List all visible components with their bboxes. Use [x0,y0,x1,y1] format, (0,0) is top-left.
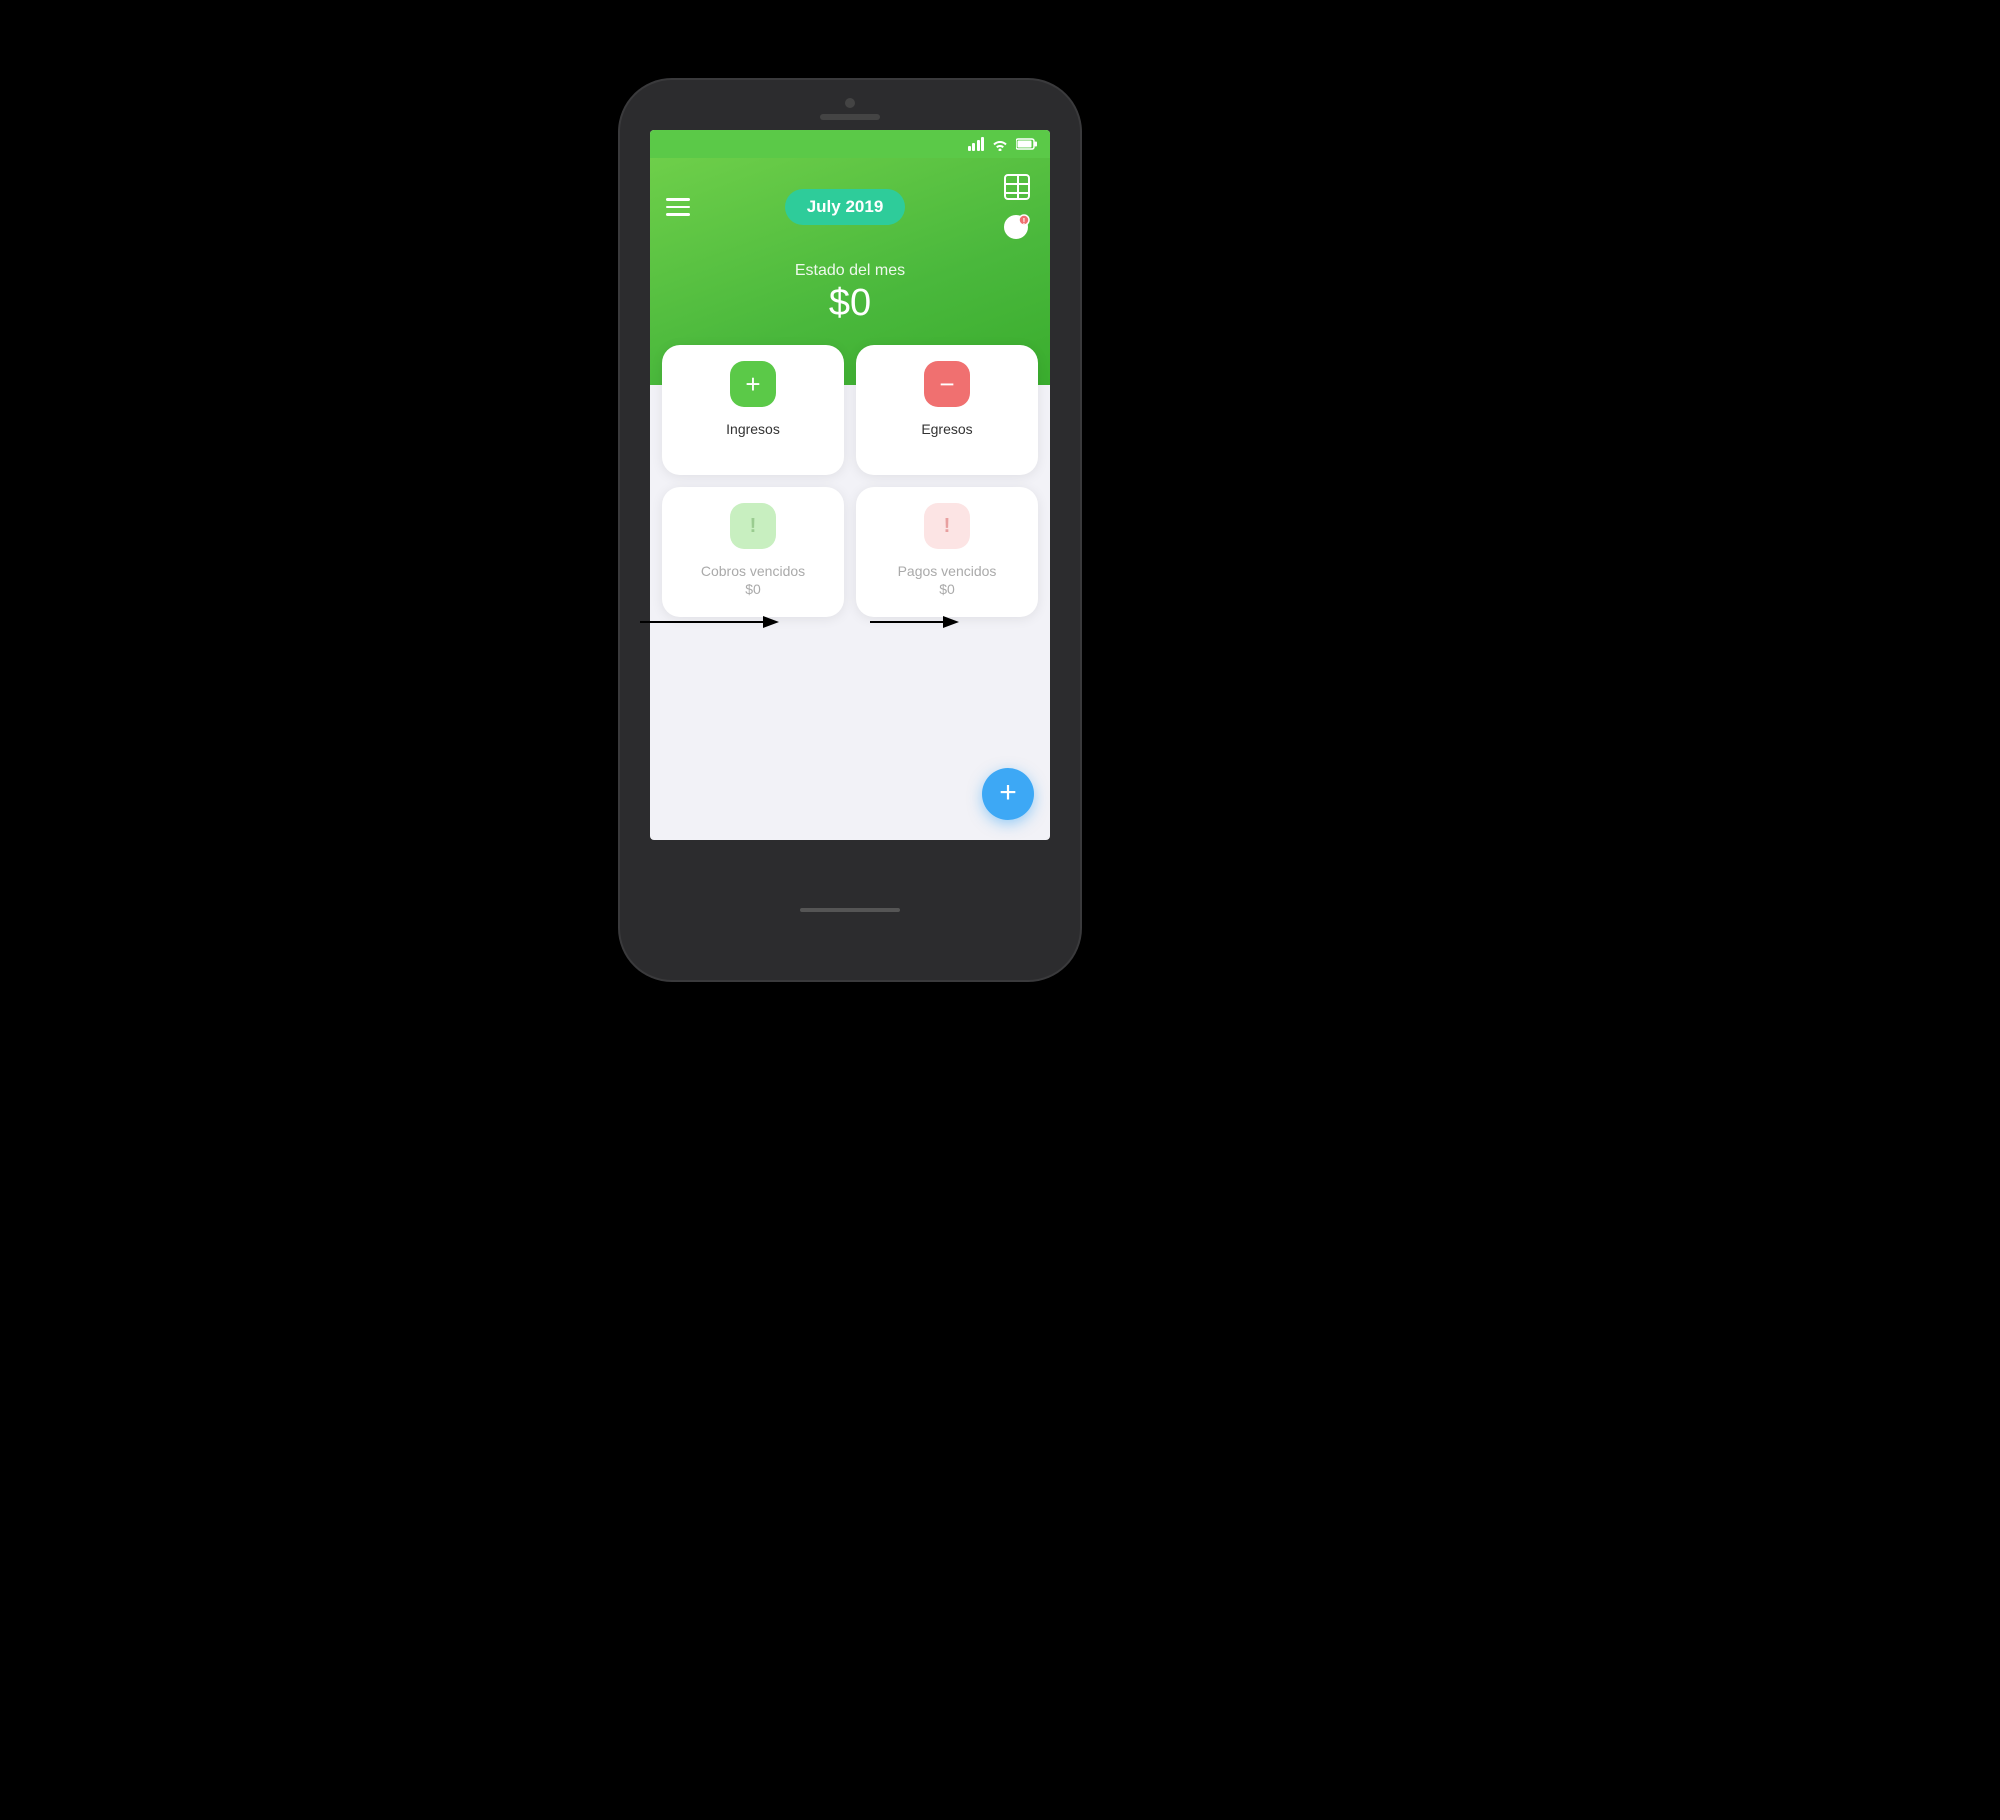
ingresos-icon[interactable]: + [730,361,776,407]
ingresos-card[interactable]: + Ingresos [662,345,844,475]
speaker [820,114,880,120]
phone-shell: July 2019 [620,80,1080,980]
header-icons: $ ! [1000,170,1034,244]
phone-bottom [800,840,900,980]
fab-add-button[interactable]: + [982,768,1034,820]
signal-icon [968,137,985,151]
egresos-icon[interactable]: − [924,361,970,407]
pagos-icon: ! [924,503,970,549]
pagos-label: Pagos vencidos [898,563,997,579]
cobros-icon: ! [730,503,776,549]
svg-text:!: ! [1023,217,1026,226]
egresos-label: Egresos [921,421,972,437]
ingresos-label: Ingresos [726,421,780,437]
month-badge[interactable]: July 2019 [785,189,906,225]
screen: July 2019 [650,130,1050,840]
cobros-vencidos-card[interactable]: ! Cobros vencidos $0 [662,487,844,617]
scene: July 2019 [0,0,2000,1820]
cards-area: + Ingresos − Egresos ! Cobros vencidos $… [650,345,1050,617]
cobros-label: Cobros vencidos [701,563,805,579]
estado-amount: $0 [666,282,1034,325]
dollar-alert-icon: $ ! [1003,213,1031,241]
pagos-vencidos-card[interactable]: ! Pagos vencidos $0 [856,487,1038,617]
wifi-icon [992,138,1008,151]
cobros-amount: $0 [745,581,761,597]
table-button[interactable] [1000,170,1034,204]
status-bar [650,130,1050,158]
camera [845,98,855,108]
table-icon [1003,173,1031,201]
egresos-card[interactable]: − Egresos [856,345,1038,475]
dollar-alert-button[interactable]: $ ! [1000,210,1034,244]
battery-icon [1016,138,1038,150]
home-indicator [800,908,900,912]
fab-plus-icon: + [999,778,1017,808]
menu-button[interactable] [666,198,690,216]
estado-label: Estado del mes [666,262,1034,280]
pagos-amount: $0 [939,581,955,597]
